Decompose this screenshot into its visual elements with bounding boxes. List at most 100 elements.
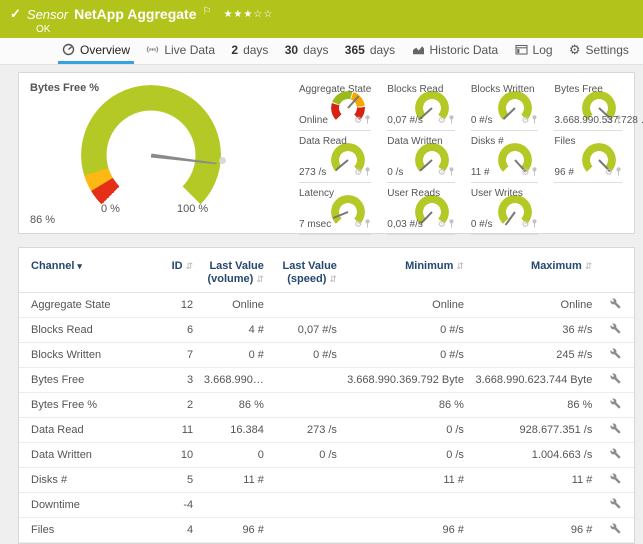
flag-icon[interactable] bbox=[203, 6, 212, 17]
channel-settings-wrench-icon[interactable] bbox=[610, 373, 621, 384]
gauge-needle bbox=[348, 95, 360, 108]
channel-name[interactable]: Data Written bbox=[19, 443, 159, 468]
column-header-id[interactable]: ID bbox=[159, 252, 197, 293]
last-value-volume: 86 % bbox=[197, 393, 268, 418]
channel-settings-wrench-icon[interactable] bbox=[610, 323, 621, 334]
tab-live-data[interactable]: Live Data bbox=[142, 38, 219, 64]
tab-historic-data[interactable]: Historic Data bbox=[408, 38, 503, 64]
gear-icon[interactable] bbox=[438, 214, 446, 232]
channel-settings-wrench-icon[interactable] bbox=[610, 523, 621, 534]
channel-name[interactable]: Bytes Free bbox=[19, 368, 159, 393]
pin-icon[interactable] bbox=[364, 166, 371, 177]
tab-365-days[interactable]: 365 days bbox=[341, 38, 399, 64]
status-badge: OK bbox=[36, 24, 643, 35]
gauge-card-bytes-free: Bytes Free 3.668.990.537.728 … bbox=[554, 79, 622, 131]
gauge-value: 0 #/s bbox=[471, 219, 493, 230]
gauge-label: Disks # bbox=[471, 131, 539, 147]
channel-name[interactable]: Blocks Written bbox=[19, 343, 159, 368]
gauge-card-user-reads: User Reads 0,03 #/s bbox=[387, 183, 455, 235]
maximum-value: Online bbox=[468, 293, 596, 318]
gauge-card-data-read: Data Read 273 /s bbox=[299, 131, 371, 183]
pin-icon[interactable] bbox=[448, 114, 455, 125]
channel-row-downtime[interactable]: Downtime -4 bbox=[19, 493, 634, 518]
gear-icon[interactable] bbox=[354, 214, 362, 232]
column-header-last-value-speed[interactable]: Last Value(speed) bbox=[268, 252, 341, 293]
pin-icon[interactable] bbox=[364, 218, 371, 229]
gear-icon[interactable] bbox=[521, 110, 529, 128]
column-header-channel[interactable]: Channel bbox=[19, 252, 159, 293]
channels-table: Channel ID Last Value(volume) Last Value… bbox=[19, 252, 634, 543]
channel-settings-wrench-icon[interactable] bbox=[610, 298, 621, 309]
gear-icon[interactable] bbox=[438, 162, 446, 180]
pin-icon[interactable] bbox=[531, 114, 538, 125]
channel-settings-wrench-icon[interactable] bbox=[610, 473, 621, 484]
channel-settings-wrench-icon[interactable] bbox=[610, 398, 621, 409]
channel-row-data-written[interactable]: Data Written 10 0 0 /s 0 /s 1.004.663 /s bbox=[19, 443, 634, 468]
tab-settings[interactable]: Settings bbox=[565, 38, 633, 64]
channel-row-files[interactable]: Files 4 96 # 96 # 96 # bbox=[19, 518, 634, 543]
tab-2-days[interactable]: 2 days bbox=[227, 38, 272, 64]
priority-stars[interactable]: ★★★☆☆ bbox=[223, 9, 273, 20]
minimum-value: Online bbox=[341, 293, 468, 318]
gear-icon[interactable] bbox=[354, 162, 362, 180]
channel-settings-wrench-icon[interactable] bbox=[610, 448, 621, 459]
gauge-value: 3.668.990.537.728 … bbox=[554, 115, 643, 126]
channel-row-disks[interactable]: Disks # 5 11 # 11 # 11 # bbox=[19, 468, 634, 493]
gear-icon[interactable] bbox=[521, 162, 529, 180]
maximum-value: 96 # bbox=[468, 518, 596, 543]
channel-name[interactable]: Disks # bbox=[19, 468, 159, 493]
channel-settings-wrench-icon[interactable] bbox=[610, 348, 621, 359]
channel-name[interactable]: Downtime bbox=[19, 493, 159, 518]
gear-icon[interactable] bbox=[521, 214, 529, 232]
channel-settings-wrench-icon[interactable] bbox=[610, 498, 621, 509]
channel-id: 5 bbox=[159, 468, 197, 493]
column-header-last-value-volume[interactable]: Last Value(volume) bbox=[197, 252, 268, 293]
channel-settings-wrench-icon[interactable] bbox=[610, 423, 621, 434]
channel-name[interactable]: Bytes Free % bbox=[19, 393, 159, 418]
maximum-value: 86 % bbox=[468, 393, 596, 418]
channel-row-blocks-read[interactable]: Blocks Read 6 4 # 0,07 #/s 0 #/s 36 #/s bbox=[19, 318, 634, 343]
tab-log[interactable]: Log bbox=[511, 38, 557, 64]
channel-row-bytes-free-pct[interactable]: Bytes Free % 2 86 % 86 % 86 % bbox=[19, 393, 634, 418]
channel-name[interactable]: Files bbox=[19, 518, 159, 543]
gear-icon[interactable] bbox=[605, 162, 613, 180]
last-value-speed: 0 /s bbox=[268, 443, 341, 468]
channel-name[interactable]: Blocks Read bbox=[19, 318, 159, 343]
channel-name[interactable]: Data Read bbox=[19, 418, 159, 443]
gauge-card-blocks-read: Blocks Read 0,07 #/s bbox=[387, 79, 455, 131]
minimum-value: 96 # bbox=[341, 518, 468, 543]
channel-row-aggregate-state[interactable]: Aggregate State 12 Online Online Online bbox=[19, 293, 634, 318]
gear-icon[interactable] bbox=[438, 110, 446, 128]
column-header-minimum[interactable]: Minimum bbox=[341, 252, 468, 293]
pin-icon[interactable] bbox=[448, 218, 455, 229]
tab-overview[interactable]: Overview bbox=[58, 38, 134, 64]
tab-number: 30 bbox=[285, 43, 298, 57]
gauge-value: Online bbox=[299, 115, 328, 126]
minimum-value: 0 #/s bbox=[341, 318, 468, 343]
log-icon bbox=[515, 43, 528, 56]
channel-row-data-read[interactable]: Data Read 11 16.384 273 /s 0 /s 928.677.… bbox=[19, 418, 634, 443]
channel-name[interactable]: Aggregate State bbox=[19, 293, 159, 318]
gear-icon[interactable] bbox=[354, 110, 362, 128]
gauge-value: 0 /s bbox=[387, 167, 403, 178]
channel-row-blocks-written[interactable]: Blocks Written 7 0 # 0 #/s 0 #/s 245 #/s bbox=[19, 343, 634, 368]
channel-row-bytes-free[interactable]: Bytes Free 3 3.668.990… 3.668.990.369.79… bbox=[19, 368, 634, 393]
pin-icon[interactable] bbox=[531, 166, 538, 177]
channel-id: 12 bbox=[159, 293, 197, 318]
minimum-value: 3.668.990.369.792 Byte bbox=[341, 368, 468, 393]
pin-icon[interactable] bbox=[364, 114, 371, 125]
pin-icon[interactable] bbox=[615, 166, 622, 177]
column-header-maximum[interactable]: Maximum bbox=[468, 252, 596, 293]
tab-30-days[interactable]: 30 days bbox=[281, 38, 333, 64]
last-value-speed bbox=[268, 368, 341, 393]
maximum-value: 11 # bbox=[468, 468, 596, 493]
pin-icon[interactable] bbox=[448, 166, 455, 177]
last-value-volume: 11 # bbox=[197, 468, 268, 493]
minimum-value bbox=[341, 493, 468, 518]
tab-label: Overview bbox=[80, 43, 130, 57]
last-value-speed bbox=[268, 293, 341, 318]
gauge-card-user-writes: User Writes 0 #/s bbox=[471, 183, 539, 235]
gauge-value: 96 # bbox=[554, 167, 573, 178]
gauge-label: User Writes bbox=[471, 183, 539, 199]
pin-icon[interactable] bbox=[531, 218, 538, 229]
